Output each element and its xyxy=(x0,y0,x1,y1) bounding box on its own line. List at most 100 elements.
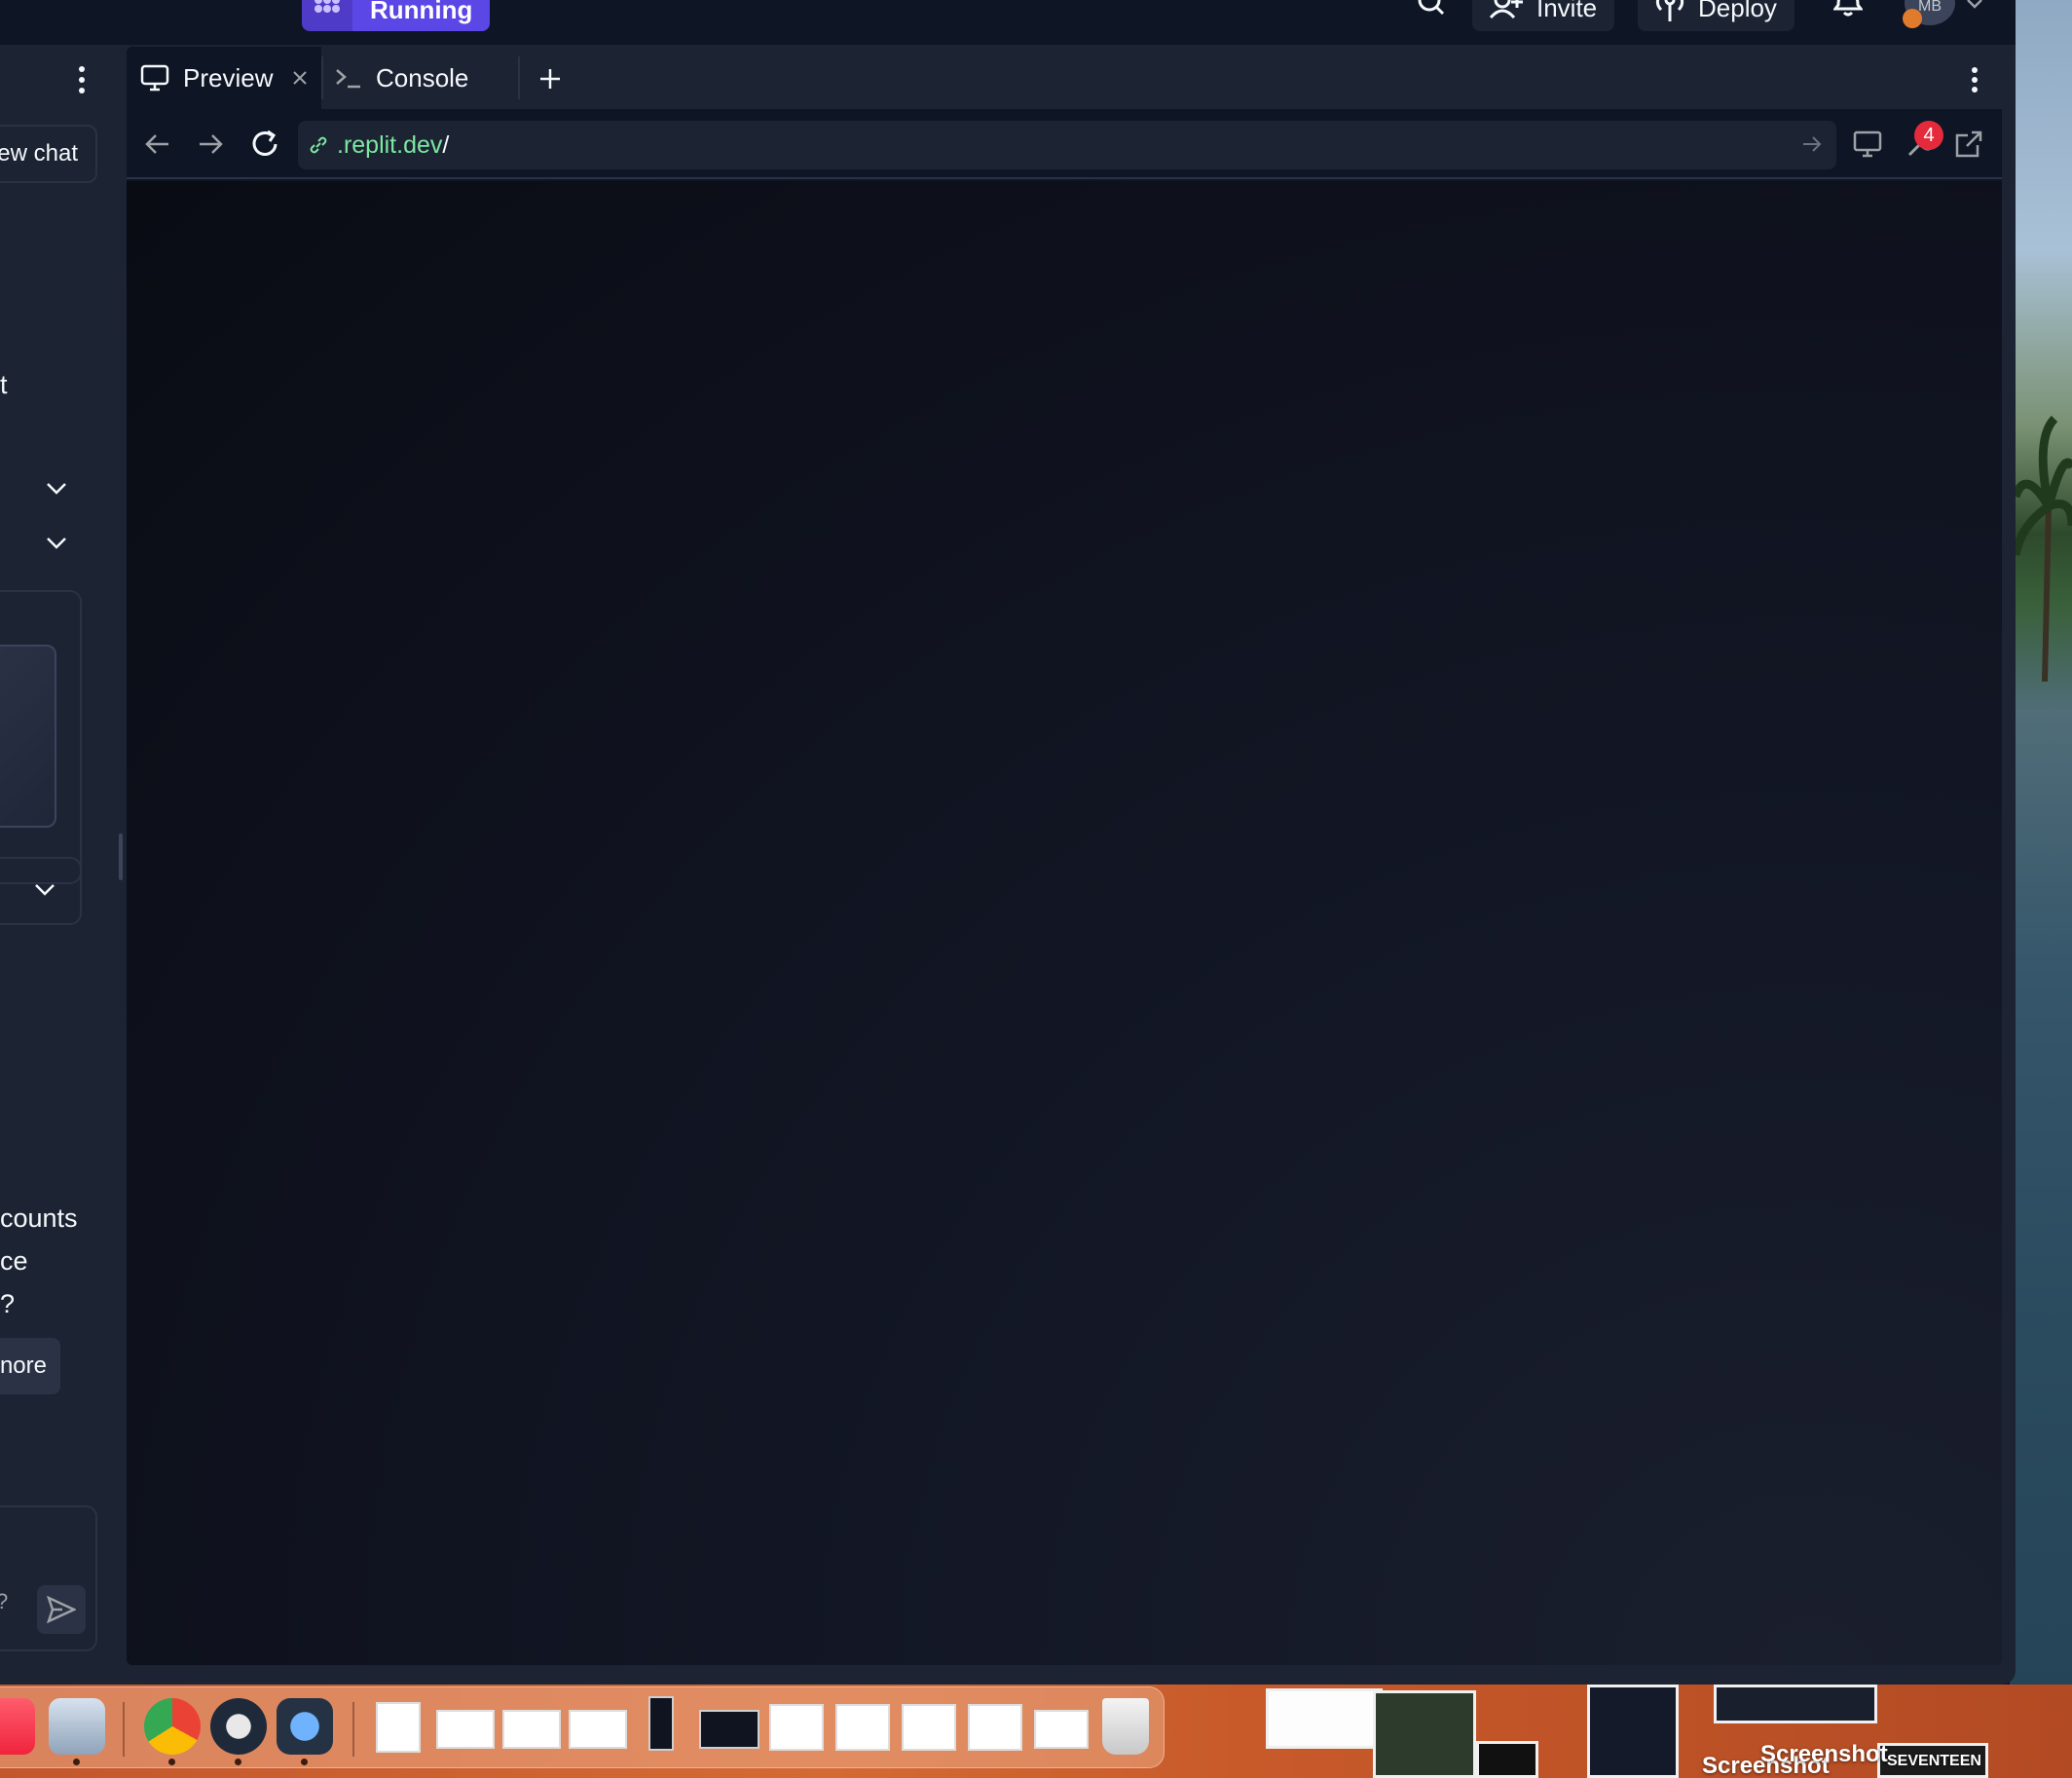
preview-pane: Preview Console .replit.dev/ 4 xyxy=(127,47,2002,1665)
preview-app-icon[interactable] xyxy=(49,1698,105,1755)
tab-separator xyxy=(321,56,323,99)
panel-text-fragment: ce xyxy=(0,1246,28,1276)
url-toolbar: .replit.dev/ 4 xyxy=(127,109,2002,179)
desktop-file-label[interactable]: Screenshot xyxy=(1760,1741,1888,1768)
monitor-icon xyxy=(1853,130,1882,158)
recent-file-thumbnail[interactable] xyxy=(968,1704,1022,1751)
compass-app-icon[interactable] xyxy=(210,1698,267,1755)
new-chat-label: ew chat xyxy=(0,140,78,167)
top-bar: Running Invite Deploy MB xyxy=(0,0,2016,45)
notifications-button[interactable] xyxy=(1829,0,1868,25)
show-more-button[interactable]: nore xyxy=(0,1338,60,1394)
url-host: .replit.dev xyxy=(337,130,443,159)
chevron-down-icon[interactable] xyxy=(45,536,68,551)
palm-tree-image xyxy=(2016,415,2072,682)
search-button[interactable] xyxy=(1412,0,1451,25)
desktop-file-thumbnail[interactable] xyxy=(1373,1690,1476,1778)
add-user-icon xyxy=(1490,0,1523,19)
tab-label: Console xyxy=(376,62,469,93)
replit-window: Running Invite Deploy MB ew chat t count… xyxy=(0,0,2016,1685)
new-chat-button[interactable]: ew chat xyxy=(0,125,97,183)
running-indicator xyxy=(73,1759,80,1765)
desktop-file-thumbnail[interactable] xyxy=(1714,1685,1877,1723)
preview-thumbnail[interactable] xyxy=(0,645,56,828)
avatar-initials: MB xyxy=(1918,0,1942,15)
running-label: Running xyxy=(370,0,473,24)
recent-file-thumbnail[interactable] xyxy=(502,1710,561,1749)
monitor-icon xyxy=(140,64,169,92)
agent-chat-panel: ew chat t counts ce ? nore ? xyxy=(0,45,115,1685)
chevron-down-icon xyxy=(35,884,55,896)
plus-icon[interactable] xyxy=(539,68,561,90)
recent-file-thumbnail[interactable] xyxy=(769,1704,824,1751)
collapsed-section[interactable] xyxy=(0,857,82,925)
tab-label: Preview xyxy=(183,62,274,93)
invite-button[interactable]: Invite xyxy=(1472,0,1615,31)
workflow-grid-icon xyxy=(314,0,340,13)
arrow-right-icon[interactable] xyxy=(1801,133,1823,155)
url-path: / xyxy=(442,130,450,159)
reload-button[interactable] xyxy=(247,127,282,162)
desktop-file-thumbnail[interactable] xyxy=(1266,1688,1383,1749)
invite-label: Invite xyxy=(1536,0,1598,22)
bell-icon xyxy=(1833,0,1863,17)
deploy-icon xyxy=(1655,0,1684,21)
tab-bar: Preview Console xyxy=(127,47,2002,109)
desktop-file-thumbnail[interactable] xyxy=(1587,1685,1679,1778)
tab-separator xyxy=(518,56,520,99)
search-icon xyxy=(1418,0,1445,16)
recent-file-thumbnail[interactable] xyxy=(699,1710,759,1749)
recent-file-thumbnail[interactable] xyxy=(835,1704,890,1751)
tab-console[interactable]: Console xyxy=(335,47,520,109)
desktop-file-thumbnail[interactable] xyxy=(1476,1741,1538,1778)
link-icon xyxy=(310,136,327,154)
running-indicator xyxy=(301,1759,308,1765)
quicktime-icon[interactable] xyxy=(277,1698,333,1755)
account-menu-button[interactable] xyxy=(1955,0,1994,25)
arrow-left-icon xyxy=(145,134,168,154)
chevron-down-icon[interactable] xyxy=(45,481,68,497)
close-icon[interactable] xyxy=(292,70,308,86)
chrome-icon[interactable] xyxy=(144,1698,201,1755)
workflow-button[interactable] xyxy=(302,0,352,31)
panel-text-fragment: ? xyxy=(0,1289,16,1318)
external-link-icon xyxy=(1955,130,1982,158)
chat-input-fragment: ? xyxy=(0,1589,8,1614)
recent-file-thumbnail[interactable] xyxy=(1034,1710,1089,1749)
dock-separator xyxy=(352,1702,354,1757)
open-new-tab-button[interactable] xyxy=(1951,127,1986,162)
trash-icon[interactable] xyxy=(1102,1698,1149,1755)
reload-icon xyxy=(252,130,278,156)
device-preview-button[interactable] xyxy=(1850,127,1885,162)
devtools-badge: 4 xyxy=(1914,121,1943,150)
arrow-right-icon xyxy=(200,134,223,154)
deploy-label: Deploy xyxy=(1698,0,1777,22)
terminal-icon xyxy=(336,69,360,89)
forward-button[interactable] xyxy=(193,127,228,162)
dock-separator xyxy=(123,1702,125,1757)
running-indicator xyxy=(168,1759,175,1765)
music-app-icon[interactable] xyxy=(0,1698,35,1755)
url-field[interactable]: .replit.dev/ xyxy=(298,121,1836,169)
panel-resize-handle[interactable] xyxy=(119,833,123,880)
desktop-file-label[interactable]: SEVENTEEN xyxy=(1887,1753,1981,1770)
recent-file-thumbnail[interactable] xyxy=(569,1710,627,1749)
send-icon xyxy=(47,1596,76,1623)
desktop-wallpaper xyxy=(2010,0,2072,1778)
webview-viewport[interactable] xyxy=(127,181,2002,1665)
running-button[interactable]: Running xyxy=(352,0,491,31)
show-more-label: nore xyxy=(0,1352,47,1379)
recent-file-thumbnail[interactable] xyxy=(648,1696,674,1751)
panel-text-fragment: t xyxy=(0,370,8,399)
deploy-button[interactable]: Deploy xyxy=(1638,0,1794,31)
send-button[interactable] xyxy=(37,1585,86,1634)
recent-file-thumbnail[interactable] xyxy=(902,1704,956,1751)
kebab-menu-icon[interactable] xyxy=(70,64,93,95)
chevron-down-icon xyxy=(1967,0,1982,9)
kebab-menu-icon[interactable] xyxy=(1965,66,1984,93)
recent-file-thumbnail[interactable] xyxy=(436,1710,495,1749)
back-button[interactable] xyxy=(140,127,175,162)
panel-text-fragment: counts xyxy=(0,1204,78,1233)
recent-file-thumbnail[interactable] xyxy=(376,1702,421,1753)
running-indicator xyxy=(235,1759,241,1765)
